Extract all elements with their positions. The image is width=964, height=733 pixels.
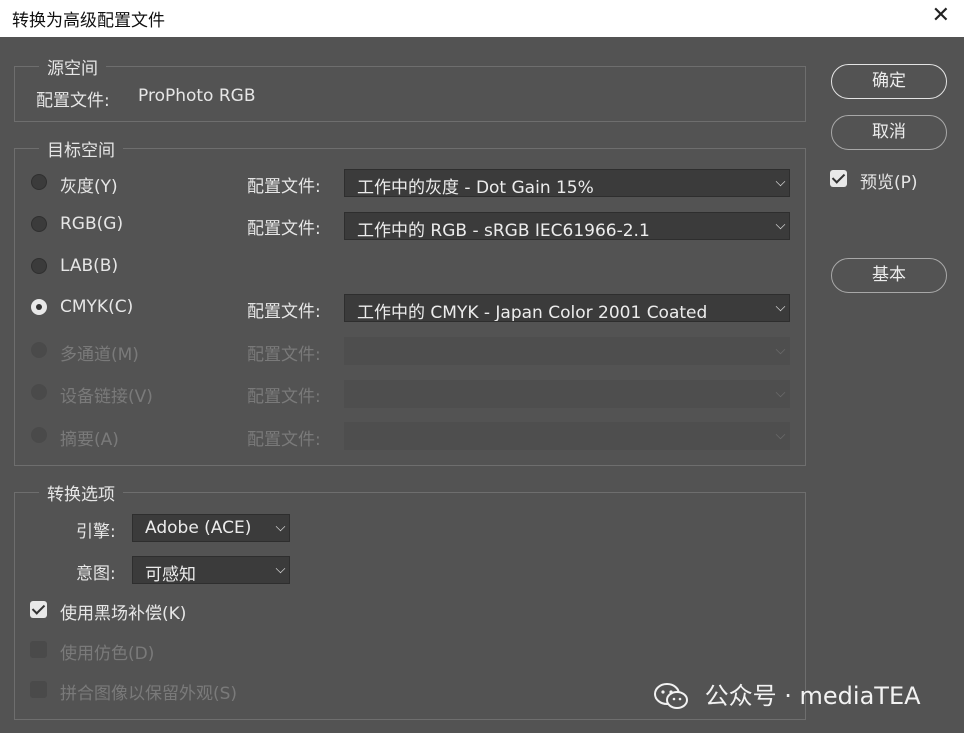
radio-cmyk[interactable] — [31, 299, 47, 315]
dither-checkbox[interactable] — [30, 641, 47, 658]
intent-value: 可感知 — [145, 565, 196, 584]
device-link-profile-select[interactable] — [344, 380, 790, 408]
preview-label: 预览(P) — [860, 173, 918, 193]
engine-select[interactable]: Adobe (ACE) — [132, 514, 290, 542]
watermark: 公众号 · mediaTEA — [653, 676, 921, 712]
cancel-button[interactable]: 取消 — [831, 115, 947, 150]
radio-rgb[interactable] — [31, 216, 47, 232]
radio-rgb-label: RGB(G) — [60, 214, 124, 234]
cmyk-profile-select[interactable]: 工作中的 CMYK - Japan Color 2001 Coated — [344, 294, 790, 322]
intent-label: 意图: — [76, 564, 116, 584]
radio-gray[interactable] — [31, 174, 47, 190]
intent-select[interactable]: 可感知 — [132, 556, 290, 584]
source-space-group: 源空间 — [14, 54, 806, 122]
title-bar: 转换为高级配置文件 ✕ — [0, 0, 964, 37]
gray-profile-select[interactable]: 工作中的灰度 - Dot Gain 15% — [344, 169, 790, 197]
radio-lab[interactable] — [31, 258, 47, 274]
chevron-down-icon — [775, 387, 786, 398]
multichannel-profile-select[interactable] — [344, 337, 790, 365]
gray-profile-label: 配置文件: — [247, 177, 321, 197]
chevron-down-icon — [775, 429, 786, 440]
black-point-label: 使用黑场补偿(K) — [60, 604, 187, 624]
engine-label: 引擎: — [76, 522, 116, 542]
source-space-legend: 源空间 — [47, 59, 98, 79]
source-profile-value: ProPhoto RGB — [138, 86, 256, 106]
black-point-checkbox[interactable] — [30, 601, 47, 618]
ok-button[interactable]: 确定 — [831, 64, 947, 99]
rgb-profile-value: 工作中的 RGB - sRGB IEC61966-2.1 — [357, 221, 650, 240]
radio-abstract[interactable] — [31, 427, 47, 443]
close-icon[interactable]: ✕ — [932, 3, 950, 28]
radio-lab-label: LAB(B) — [60, 256, 119, 276]
cmyk-profile-value: 工作中的 CMYK - Japan Color 2001 Coated — [357, 303, 708, 322]
gray-profile-value: 工作中的灰度 - Dot Gain 15% — [357, 178, 594, 197]
conversion-options-legend: 转换选项 — [47, 485, 115, 505]
radio-abstract-label: 摘要(A) — [60, 430, 119, 450]
rgb-profile-select[interactable]: 工作中的 RGB - sRGB IEC61966-2.1 — [344, 212, 790, 240]
flatten-checkbox[interactable] — [30, 681, 47, 698]
target-space-legend: 目标空间 — [47, 141, 115, 161]
chevron-down-icon — [775, 344, 786, 355]
chevron-down-icon — [775, 301, 786, 312]
radio-device-link[interactable] — [31, 384, 47, 400]
engine-value: Adobe (ACE) — [145, 518, 252, 538]
preview-checkbox[interactable] — [830, 170, 847, 187]
radio-multichannel[interactable] — [31, 342, 47, 358]
abstract-profile-select[interactable] — [344, 422, 790, 450]
chevron-down-icon — [275, 563, 286, 574]
window-title: 转换为高级配置文件 — [12, 11, 165, 31]
radio-cmyk-label: CMYK(C) — [60, 297, 134, 317]
chevron-down-icon — [775, 176, 786, 187]
watermark-text: 公众号 · mediaTEA — [704, 682, 921, 710]
abstract-profile-label: 配置文件: — [247, 430, 321, 450]
radio-device-link-label: 设备链接(V) — [60, 387, 153, 407]
basic-button[interactable]: 基本 — [831, 258, 947, 293]
rgb-profile-label: 配置文件: — [247, 219, 321, 239]
radio-gray-label: 灰度(Y) — [60, 177, 118, 197]
chevron-down-icon — [775, 219, 786, 230]
cmyk-profile-label: 配置文件: — [247, 302, 321, 322]
source-profile-label: 配置文件: — [36, 91, 110, 111]
radio-multichannel-label: 多通道(M) — [60, 345, 139, 365]
flatten-label: 拼合图像以保留外观(S) — [60, 684, 238, 704]
wechat-icon — [654, 683, 688, 709]
device-link-profile-label: 配置文件: — [247, 387, 321, 407]
dither-label: 使用仿色(D) — [60, 644, 155, 664]
chevron-down-icon — [275, 521, 286, 532]
multichannel-profile-label: 配置文件: — [247, 345, 321, 365]
